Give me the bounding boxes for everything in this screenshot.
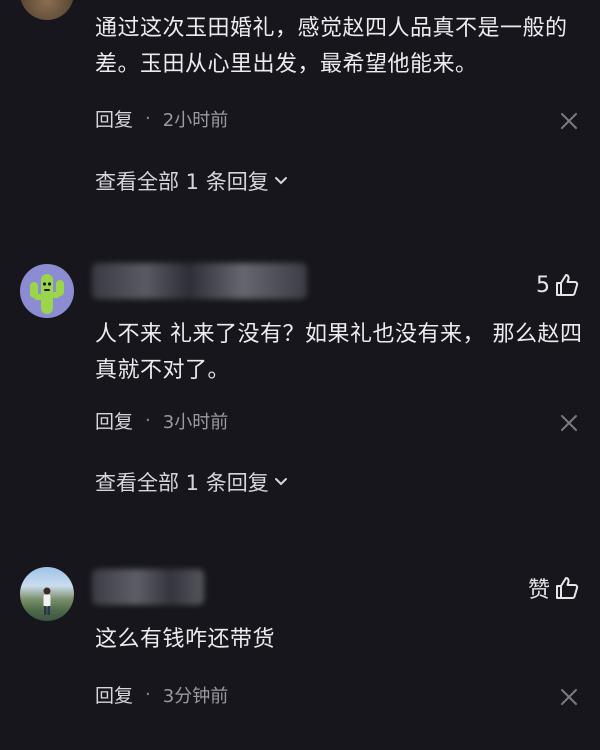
reply-button[interactable]: 回复 [95,407,133,434]
thumb-up-icon [556,577,579,599]
username-blurred[interactable] [92,263,307,299]
view-replies-label: 查看全部 1 条回复 [95,471,269,495]
view-replies-label: 查看全部 1 条回复 [95,170,269,194]
like-button[interactable]: 赞 [528,572,580,604]
chevron-down-icon [274,478,287,486]
comment-meta: 回复 · 3分钟前 [95,681,228,708]
avatar[interactable] [20,567,74,621]
person-photo-icon [43,587,51,615]
comment-meta: 回复 · 3小时前 [95,407,228,434]
comment-meta: 回复 · 2小时前 [95,105,228,132]
username-blurred[interactable] [92,569,204,605]
comment-time: 3分钟前 [162,685,229,707]
like-button[interactable]: 5 [536,272,580,298]
cactus-icon [30,274,64,314]
view-all-replies-button[interactable]: 查看全部 1 条回复 [95,467,289,497]
close-icon[interactable] [560,688,578,706]
separator-dot: · [145,108,151,129]
like-count: 5 [536,272,550,298]
view-all-replies-button[interactable]: 查看全部 1 条回复 [95,166,289,196]
avatar[interactable] [20,264,74,318]
comment-time: 3小时前 [162,411,229,433]
comment-text: 通过这次玉田婚礼，感觉赵四人品真不是一般的差。玉田从心里出发，最希望他能来。 [95,16,568,77]
comment-time: 2小时前 [162,109,229,131]
comment-text: 这么有钱咋还带货 [95,627,276,652]
comment-text: 人不来 礼来了没有？如果礼也没有来， 那么赵四真就不对了。 [95,322,583,383]
separator-dot: · [145,410,151,431]
separator-dot: · [145,684,151,705]
close-icon[interactable] [560,414,578,432]
avatar[interactable] [20,0,74,20]
reply-button[interactable]: 回复 [95,681,133,708]
like-label: 赞 [527,578,550,603]
thumb-up-icon [556,274,579,296]
reply-button[interactable]: 回复 [95,105,133,132]
chevron-down-icon [274,177,287,185]
close-icon[interactable] [560,112,578,130]
